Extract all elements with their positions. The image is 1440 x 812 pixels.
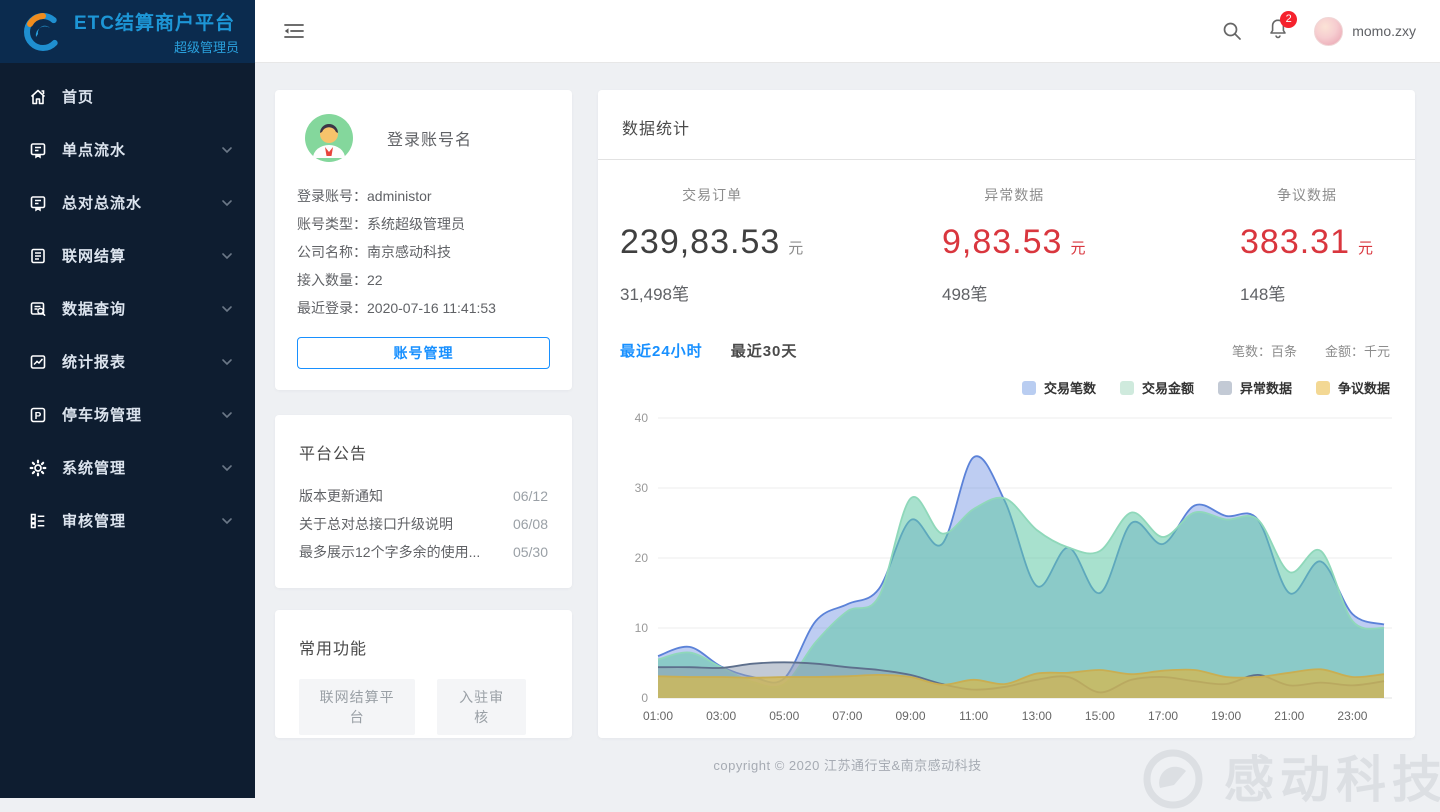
svg-text:20: 20 (635, 551, 649, 565)
svg-text:09:00: 09:00 (896, 709, 926, 723)
legend-item-transaction-amount[interactable]: 交易金额 (1120, 378, 1194, 397)
account-field: 最近登录：2020-07-16 11:41:53 (297, 294, 550, 322)
stats-summary-row: 交易订单 239,83.53元 31,498笔 异常数据 9,83.53元 49… (598, 185, 1415, 335)
quick-action-entry-audit-button[interactable]: 入驻审核 (437, 679, 526, 735)
svg-text:30: 30 (635, 481, 649, 495)
chart-legend: 交易笔数 交易金额 异常数据 争议数据 (998, 378, 1390, 397)
legend-chip (1218, 381, 1232, 395)
notification-badge: 2 (1280, 11, 1297, 28)
quick-actions-title: 常用功能 (299, 635, 548, 659)
sidebar-item-data-query[interactable]: 数据查询 (0, 282, 255, 335)
svg-text:19:00: 19:00 (1211, 709, 1241, 723)
announcement-item[interactable]: 关于总对总接口升级说明 06/08 (299, 510, 548, 538)
account-field: 公司名称：南京感动科技 (297, 238, 550, 266)
notifications-button[interactable]: 2 (1268, 18, 1288, 44)
sidebar: ETC结算商户平台 超级管理员 首页 单点流水 总对总流水 (0, 0, 255, 798)
sidebar-item-parking-management[interactable]: P 停车场管理 (0, 388, 255, 441)
stat-transaction-orders: 交易订单 239,83.53元 31,498笔 (620, 185, 804, 305)
account-card: 登录账号名 登录账号：administor 账号类型：系统超级管理员 公司名称：… (275, 90, 572, 390)
document-search-icon (28, 299, 48, 319)
legend-item-transaction-count[interactable]: 交易笔数 (1022, 378, 1096, 397)
account-avatar (305, 114, 353, 162)
sidebar-menu: 首页 单点流水 总对总流水 联网结算 数据查询 (0, 63, 255, 547)
brand-watermark-text: 感动科技 (1224, 740, 1440, 812)
chart-unit-notes: 笔数：百条金额：千元 (1204, 341, 1390, 360)
chevron-down-icon (221, 303, 233, 315)
sidebar-item-single-point-flow[interactable]: 单点流水 (0, 123, 255, 176)
account-field: 登录账号：administor (297, 182, 550, 210)
announcements-card: 平台公告 版本更新通知 06/12 关于总对总接口升级说明 06/08 最多展示… (275, 415, 572, 588)
account-field: 账号类型：系统超级管理员 (297, 210, 550, 238)
stat-abnormal-data: 异常数据 9,83.53元 498笔 (942, 185, 1086, 305)
sidebar-item-home[interactable]: 首页 (0, 70, 255, 123)
quick-actions-card: 常用功能 联网结算平台 入驻审核 (275, 610, 572, 738)
svg-text:05:00: 05:00 (769, 709, 799, 723)
search-icon[interactable] (1222, 21, 1242, 41)
ticket-icon (28, 193, 48, 213)
legend-item-dispute-data[interactable]: 争议数据 (1316, 378, 1390, 397)
home-icon (28, 87, 48, 107)
statistics-title: 数据统计 (622, 115, 1391, 139)
sidebar-item-total-flow[interactable]: 总对总流水 (0, 176, 255, 229)
svg-text:23:00: 23:00 (1337, 709, 1367, 723)
chevron-down-icon (221, 144, 233, 156)
svg-text:07:00: 07:00 (832, 709, 862, 723)
svg-text:17:00: 17:00 (1148, 709, 1178, 723)
sidebar-item-audit-management[interactable]: 审核管理 (0, 494, 255, 547)
svg-text:13:00: 13:00 (1022, 709, 1052, 723)
sidebar-item-statistic-report[interactable]: 统计报表 (0, 335, 255, 388)
svg-text:40: 40 (635, 411, 649, 425)
chart-report-icon (28, 352, 48, 372)
announcement-item[interactable]: 版本更新通知 06/12 (299, 482, 548, 510)
app-logo-icon (22, 11, 64, 53)
svg-text:03:00: 03:00 (706, 709, 736, 723)
account-title: 登录账号名 (387, 126, 472, 150)
chevron-down-icon (221, 515, 233, 527)
top-header: 2 momo.zxy (255, 0, 1440, 63)
chevron-down-icon (221, 197, 233, 209)
chevron-down-icon (221, 462, 233, 474)
main-content: 感动科技 登录账号名 登录账号：administor 账号类型：系统超级管理员 … (255, 63, 1440, 798)
username: momo.zxy (1352, 23, 1416, 39)
tab-last-30-days[interactable]: 最近30天 (731, 340, 798, 361)
avatar (1314, 17, 1343, 46)
quick-action-settlement-platform-button[interactable]: 联网结算平台 (299, 679, 415, 735)
announcement-item[interactable]: 最多展示12个字多余的使用... 05/30 (299, 538, 548, 566)
chevron-down-icon (221, 409, 233, 421)
menu-fold-icon[interactable] (283, 21, 305, 41)
tab-last-24-hours[interactable]: 最近24小时 (620, 340, 703, 361)
document-icon (28, 246, 48, 266)
svg-text:10: 10 (635, 621, 649, 635)
account-manage-button[interactable]: 账号管理 (297, 337, 550, 369)
svg-text:01:00: 01:00 (643, 709, 673, 723)
ticket-icon (28, 140, 48, 160)
chevron-down-icon (221, 250, 233, 262)
brand-watermark: 感动科技 (1142, 740, 1440, 812)
app-role-subtitle: 超级管理员 (74, 37, 239, 56)
svg-text:11:00: 11:00 (959, 709, 988, 723)
announcements-title: 平台公告 (299, 440, 548, 464)
account-field: 接入数量：22 (297, 266, 550, 294)
svg-text:P: P (35, 410, 42, 421)
svg-text:15:00: 15:00 (1085, 709, 1115, 723)
area-chart: 0 10 20 30 40 01:00 03:00 05:00 07:00 09:00 11:00 1… (612, 402, 1401, 728)
stat-dispute-data: 争议数据 383.31元 148笔 (1240, 185, 1374, 305)
statistics-card: 数据统计 交易订单 239,83.53元 31,498笔 异常数据 9,83.5… (598, 90, 1415, 738)
legend-chip (1120, 381, 1134, 395)
checklist-icon (28, 511, 48, 531)
app-logo-area[interactable]: ETC结算商户平台 超级管理员 (0, 0, 255, 63)
sidebar-item-system-management[interactable]: 系统管理 (0, 441, 255, 494)
parking-icon: P (28, 405, 48, 425)
sidebar-item-network-settlement[interactable]: 联网结算 (0, 229, 255, 282)
gear-icon (28, 458, 48, 478)
legend-item-abnormal-data[interactable]: 异常数据 (1218, 378, 1292, 397)
svg-text:21:00: 21:00 (1274, 709, 1304, 723)
brand-watermark-icon (1142, 748, 1204, 810)
legend-chip (1316, 381, 1330, 395)
svg-text:0: 0 (641, 691, 648, 705)
chevron-down-icon (221, 356, 233, 368)
user-menu[interactable]: momo.zxy (1314, 17, 1416, 46)
legend-chip (1022, 381, 1036, 395)
app-title: ETC结算商户平台 (74, 8, 239, 35)
